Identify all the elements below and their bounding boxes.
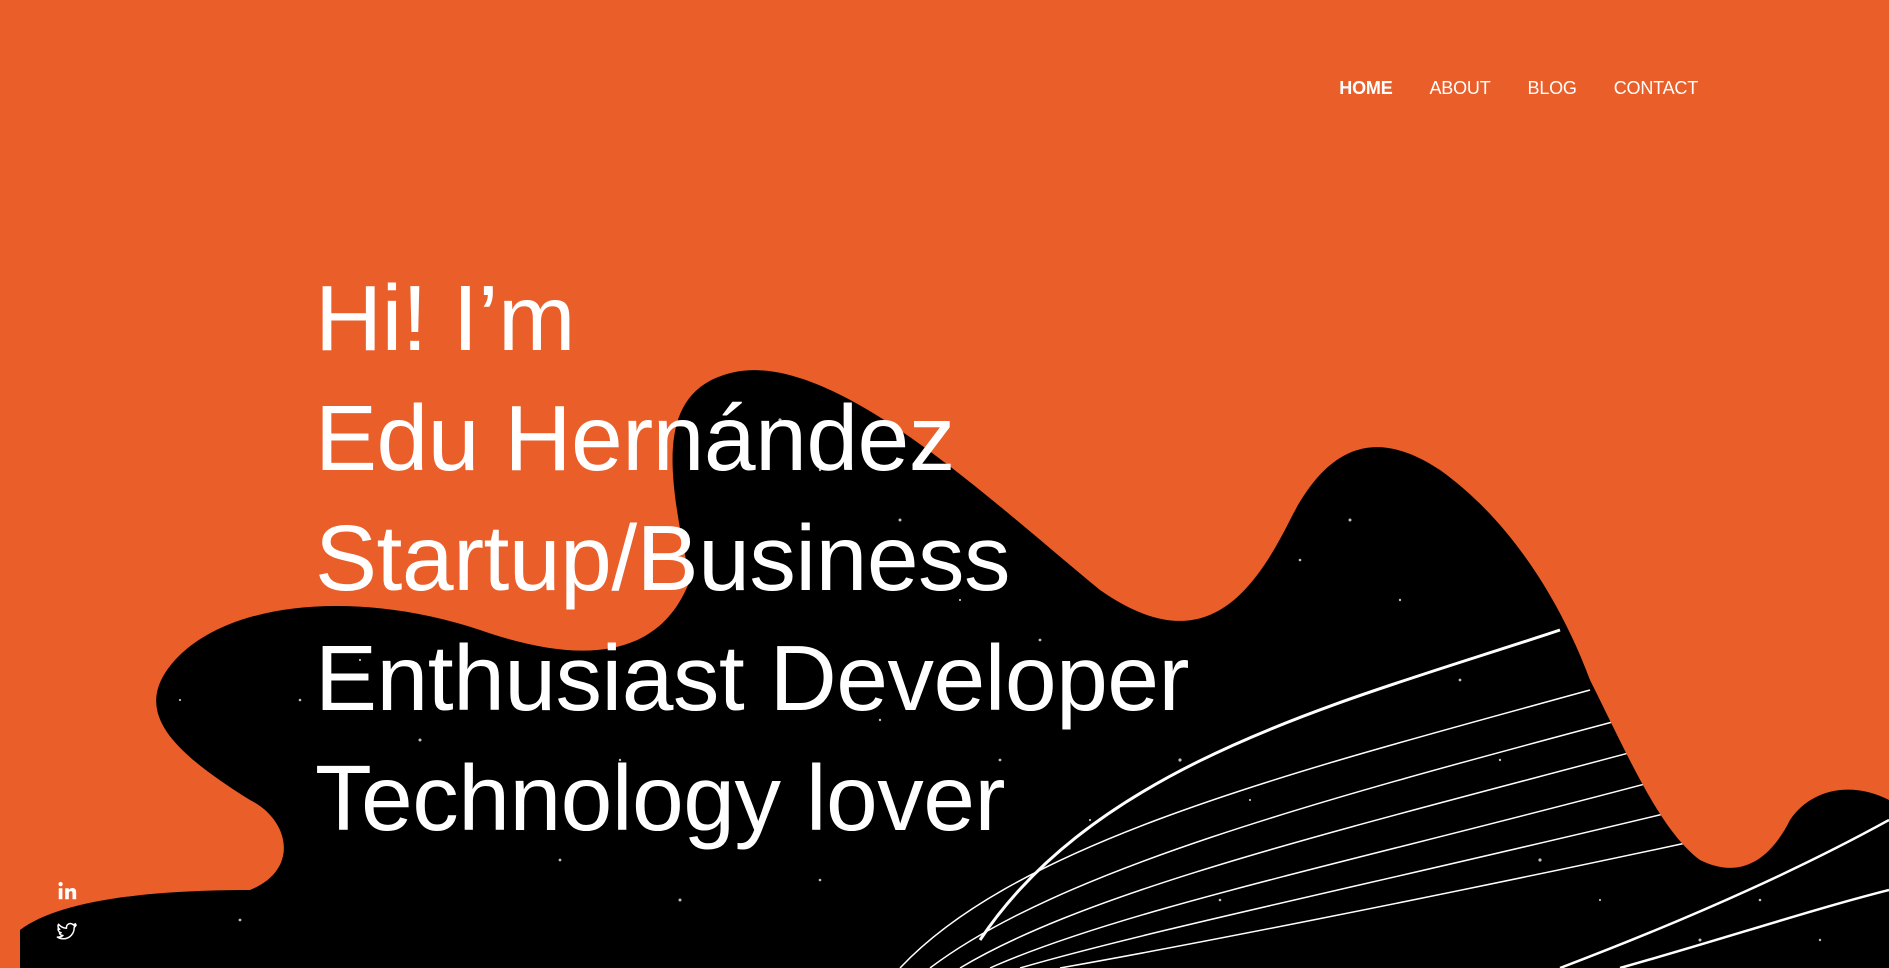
social-links [56,880,78,942]
hero-line-greeting: Hi! I’m [315,266,575,370]
nav-item-contact[interactable]: CONTACT [1614,78,1698,99]
hero-line-name: Edu Hernández [315,386,955,490]
hero-line-role-continued: Enthusiast Developer [315,626,1190,730]
nav-item-home[interactable]: HOME [1339,78,1392,99]
twitter-icon[interactable] [56,920,78,942]
nav-item-blog[interactable]: BLOG [1528,78,1577,99]
hero-heading: Hi! I’m Edu Hernández Startup/Business E… [315,258,1190,858]
hero-line-tagline: Technology lover [315,746,1005,850]
linkedin-icon[interactable] [56,880,78,902]
hero-line-role: Startup/Business [315,506,1011,610]
nav-item-about[interactable]: ABOUT [1430,78,1491,99]
main-nav: HOME ABOUT BLOG CONTACT [1339,78,1698,99]
